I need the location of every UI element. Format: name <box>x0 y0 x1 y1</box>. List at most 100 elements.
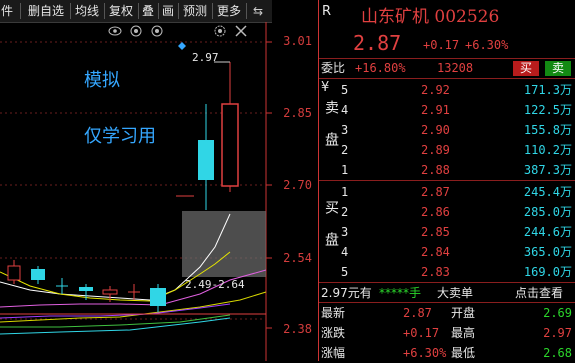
sell-volume: 122.5万 <box>523 103 572 117</box>
toolbar-divider <box>104 3 105 19</box>
gear-icon[interactable] <box>214 25 226 37</box>
range-label: 2.49-2.64 <box>185 278 245 291</box>
toolbar-divider <box>158 3 159 19</box>
sell-row[interactable]: 1 2.88 387.3万 <box>319 160 575 180</box>
toolbar-divider <box>212 3 213 19</box>
swap-icon[interactable]: ⇆ <box>248 2 268 20</box>
stat-label: 最低 <box>451 346 476 360</box>
big-order-label: 大卖单 <box>437 286 474 300</box>
kline-chart[interactable]: 2.97 2.49-2.64 模拟 仅学习用 3.01 2.85 2.70 2.… <box>0 22 318 361</box>
stat-label: 涨幅 <box>321 346 346 360</box>
sell-price: 2.88 <box>421 163 450 177</box>
stat-value: +0.17 <box>403 326 440 340</box>
buy-level: 2 <box>341 205 349 219</box>
eye-icon[interactable] <box>108 26 122 36</box>
stat-row: 涨幅 +6.30% 最低 2.68 <box>319 343 575 363</box>
stat-label: 最高 <box>451 326 476 340</box>
buy-level: 3 <box>341 225 349 239</box>
sell-button[interactable]: 卖 <box>545 61 571 76</box>
toolbar-item-draw[interactable]: 画 <box>160 2 176 20</box>
buy-row[interactable]: 2 2.86 285.0万 <box>319 202 575 222</box>
price-axis-label: 2.38 <box>283 322 312 336</box>
sell-level: 3 <box>341 123 349 137</box>
toolbar-item-ma[interactable]: 均线 <box>72 2 102 20</box>
buy-volume: 244.6万 <box>523 225 572 239</box>
sell-row[interactable]: 3 2.90 155.8万 <box>319 120 575 140</box>
sell-level: 4 <box>341 103 349 117</box>
toolbar-divider <box>178 3 179 19</box>
quote-panel: R 山东矿机 002526 2.87 +0.17 +6.30% 委比 +16.8… <box>318 0 575 361</box>
toolbar-divider <box>138 3 139 19</box>
candle <box>150 288 166 306</box>
view-link[interactable]: 点击查看 <box>515 283 563 303</box>
buy-volume: 365.0万 <box>523 245 572 259</box>
sell-row[interactable]: 4 2.91 122.5万 <box>319 100 575 120</box>
chart-toolbar: 件 删自选 均线 复权 叠 画 预测 更多 ⇆ <box>0 0 272 23</box>
webi-value: +16.80% <box>355 61 406 75</box>
webi-row: 委比 +16.80% 13208 买 卖 <box>319 58 575 78</box>
sell-volume: 110.2万 <box>523 143 572 157</box>
stat-value: +6.30% <box>403 346 447 360</box>
stock-title: 山东矿机 002526 <box>361 7 500 27</box>
buy-level: 5 <box>341 265 349 279</box>
circle-icon[interactable] <box>151 25 163 37</box>
buy-volume: 169.0万 <box>523 265 572 279</box>
sell-price: 2.91 <box>421 103 450 117</box>
toolbar-divider <box>246 3 247 19</box>
buy-row[interactable]: 4 2.84 365.0万 <box>319 242 575 262</box>
close-icon[interactable] <box>235 25 247 37</box>
buy-price: 2.84 <box>421 245 450 259</box>
circle-icon[interactable] <box>130 25 142 37</box>
sell-level: 5 <box>341 83 349 97</box>
price-axis-label: 2.70 <box>283 178 312 192</box>
buy-volume: 285.0万 <box>523 205 572 219</box>
price-axis-label: 2.54 <box>283 251 312 265</box>
buy-volume: 245.4万 <box>523 185 572 199</box>
toolbar-item-delete-watchlist[interactable]: 删自选 <box>24 2 68 20</box>
candle <box>198 140 214 180</box>
high-label: 2.97 <box>192 51 219 64</box>
stat-value: 2.87 <box>403 306 432 320</box>
sell-price: 2.92 <box>421 83 450 97</box>
toolbar-item-adjust[interactable]: 复权 <box>106 2 136 20</box>
buy-level: 4 <box>341 245 349 259</box>
toolbar-item-0[interactable]: 件 <box>0 2 14 20</box>
stat-row: 涨跌 +0.17 最高 2.97 <box>319 323 575 343</box>
webi-diff: 13208 <box>437 61 474 75</box>
candle <box>7 265 21 281</box>
toolbar-item-more[interactable]: 更多 <box>214 2 244 20</box>
sell-volume: 171.3万 <box>523 83 572 97</box>
price-axis-label: 2.85 <box>283 106 312 120</box>
buy-price: 2.85 <box>421 225 450 239</box>
buy-row[interactable]: 5 2.83 169.0万 <box>319 262 575 282</box>
buy-level: 1 <box>341 185 349 199</box>
sell-level: 1 <box>341 163 349 177</box>
kline-canvas <box>0 22 272 361</box>
webi-label: 委比 <box>321 61 346 75</box>
sell-row[interactable]: 2 2.89 110.2万 <box>319 140 575 160</box>
candle <box>79 287 93 291</box>
sell-price: 2.89 <box>421 143 450 157</box>
toolbar-item-forecast[interactable]: 预测 <box>180 2 210 20</box>
price-axis-label: 3.01 <box>283 34 312 48</box>
buy-button[interactable]: 买 <box>513 61 539 76</box>
price-change: +0.17 <box>423 38 460 52</box>
sell-level: 2 <box>341 143 349 157</box>
sell-row[interactable]: 5 2.92 171.3万 <box>319 80 575 100</box>
big-order-volume: *****手 <box>379 286 422 300</box>
toolbar-item-overlay[interactable]: 叠 <box>140 2 156 20</box>
buy-price: 2.87 <box>421 185 450 199</box>
buy-row[interactable]: 1 2.87 245.4万 <box>319 182 575 202</box>
stat-label: 最新 <box>321 306 346 320</box>
overlay-text-simulate: 模拟 <box>84 70 120 91</box>
big-order-row: 2.97元有 *****手 大卖单 点击查看 <box>319 283 575 303</box>
sell-volume: 155.8万 <box>523 123 572 137</box>
buy-price: 2.86 <box>421 205 450 219</box>
big-order-price: 2.97元有 <box>321 286 372 300</box>
buy-row[interactable]: 3 2.85 244.6万 <box>319 222 575 242</box>
candle <box>221 103 239 187</box>
flag-badge: R <box>322 4 332 19</box>
stat-value: 2.68 <box>543 346 572 360</box>
candle <box>102 289 118 295</box>
overlay-text-study-only: 仅学习用 <box>84 126 156 147</box>
